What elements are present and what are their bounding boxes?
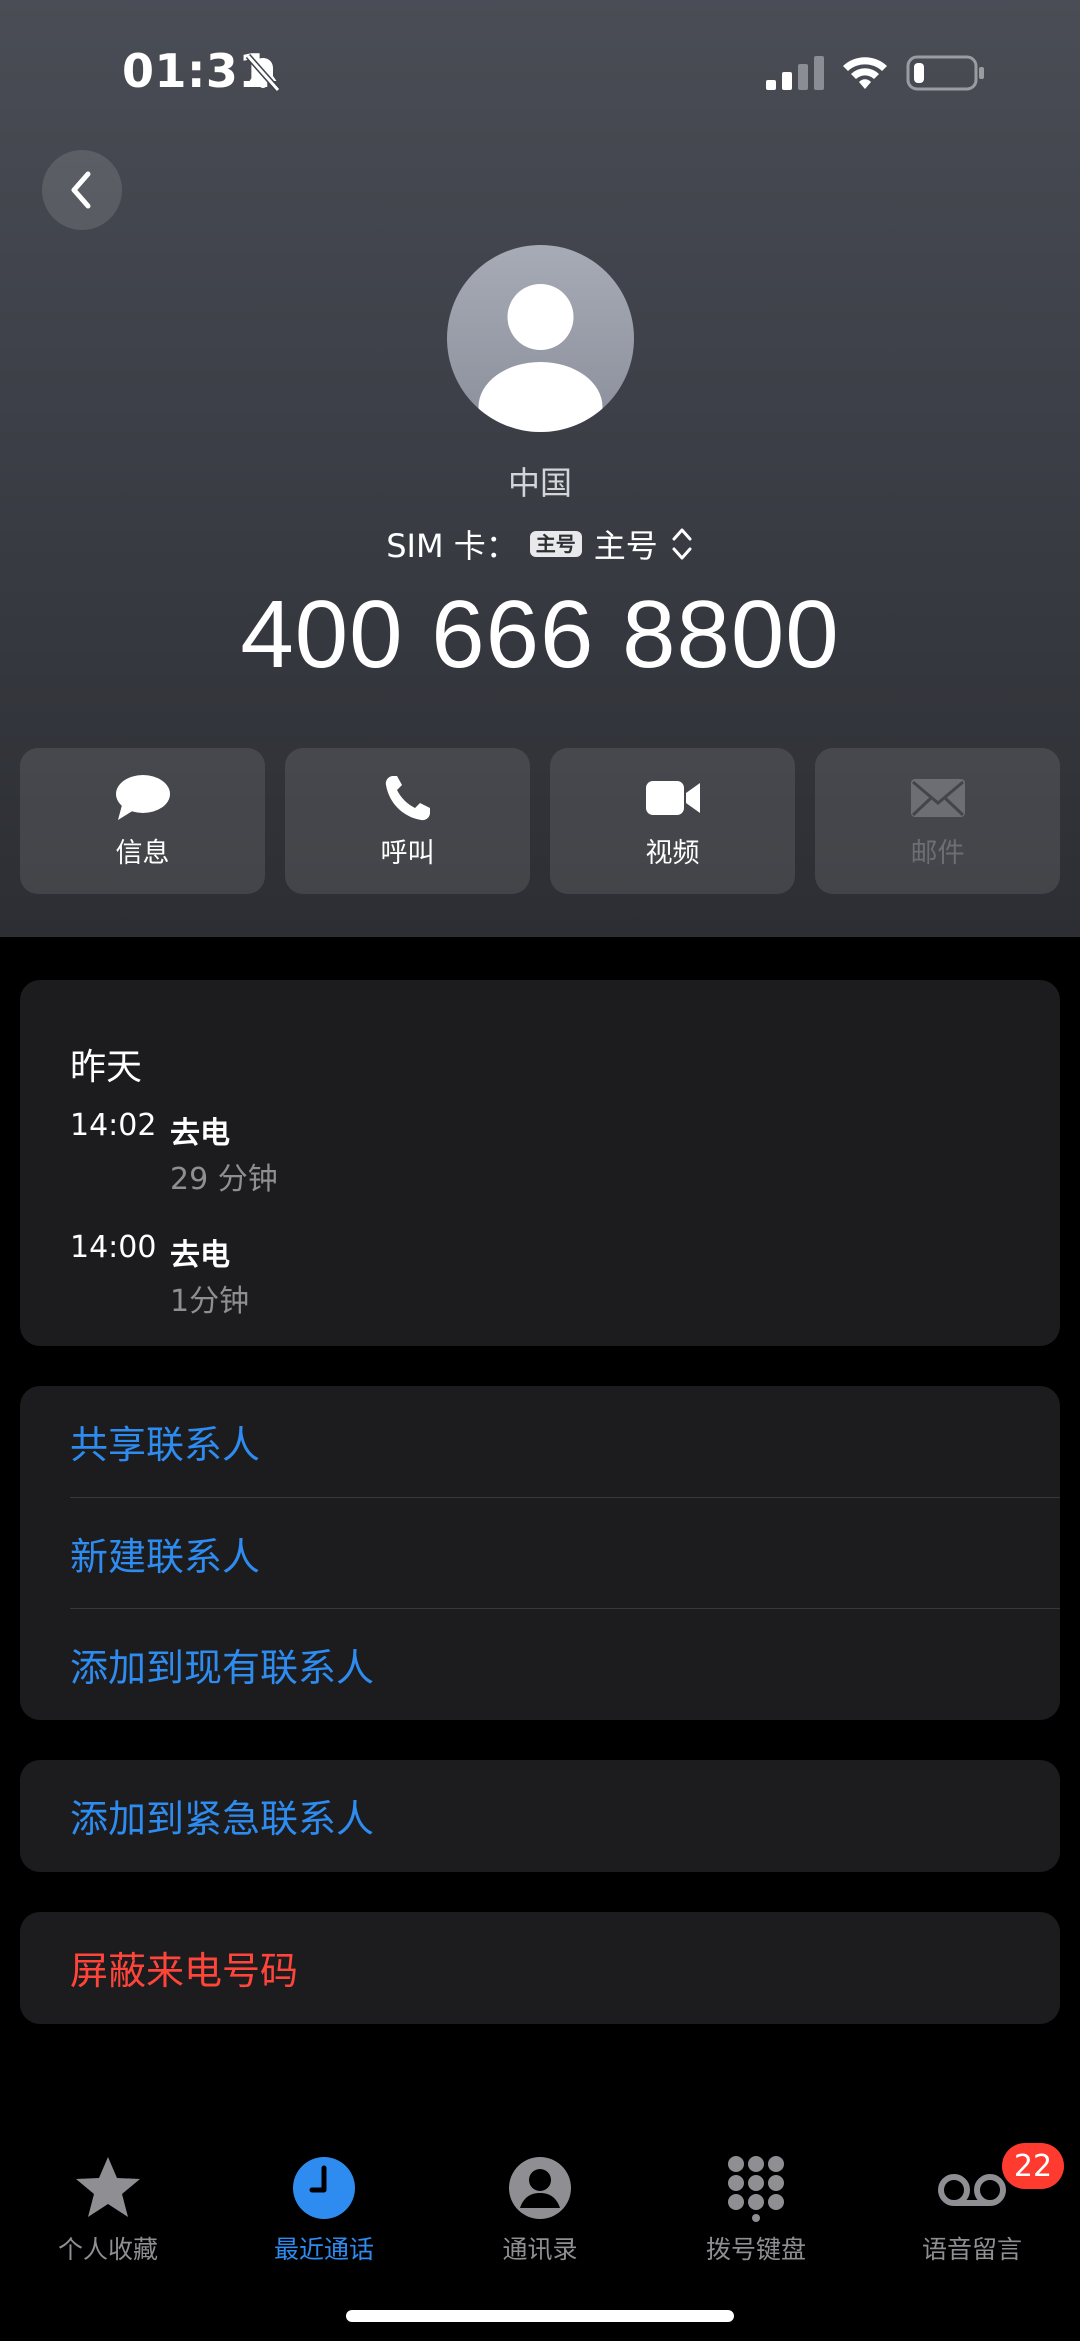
voicemail-count-badge: 22	[1002, 2143, 1064, 2189]
call-history-row: 14:00 去电 1分钟	[70, 1230, 970, 1320]
call-button[interactable]: 呼叫	[285, 748, 530, 894]
clock-icon	[293, 2157, 355, 2219]
sim-selector[interactable]: SIM 卡： 主号 主号	[0, 522, 1080, 566]
block-caller-card: 屏蔽来电号码	[20, 1912, 1060, 2024]
tab-bar: 个人收藏 最近通话 通讯录 拨号键盘 语音留言	[0, 2118, 1080, 2341]
tab-label: 拨号键盘	[705, 2235, 806, 2264]
tab-keypad[interactable]: 拨号键盘	[648, 2154, 864, 2274]
new-contact-button[interactable]: 新建联系人	[70, 1498, 1060, 1608]
message-label: 信息	[115, 837, 170, 869]
video-button[interactable]: 视频	[550, 748, 795, 894]
wifi-icon	[843, 57, 887, 89]
sim-label: SIM 卡：	[386, 527, 518, 565]
call-history-row: 14:02 去电 29 分钟	[70, 1108, 970, 1198]
call-time: 14:02	[70, 1108, 157, 1143]
call-label: 呼叫	[380, 837, 435, 869]
battery-icon	[906, 55, 984, 91]
chevron-up-down-icon	[672, 528, 692, 560]
message-icon	[115, 774, 170, 820]
mail-icon	[910, 778, 965, 817]
message-button[interactable]: 信息	[20, 748, 265, 894]
phone-number: 400 666 8800	[240, 581, 840, 688]
home-indicator[interactable]	[346, 2310, 734, 2322]
tab-label: 个人收藏	[57, 2235, 158, 2264]
tab-label: 最近通话	[273, 2235, 374, 2264]
cellular-signal-icon	[766, 56, 824, 90]
add-emergency-contact-button[interactable]: 添加到紧急联系人	[70, 1760, 1060, 1870]
mail-button[interactable]: 邮件	[815, 748, 1060, 894]
mail-label: 邮件	[910, 837, 965, 869]
status-bar: 01:31	[0, 0, 1080, 140]
call-history-card: 昨天 14:02 去电 29 分钟 14:00 去电 1分钟	[20, 980, 1060, 1346]
chevron-left-icon	[71, 171, 91, 209]
tab-label: 语音留言	[921, 2235, 1022, 2264]
voicemail-icon	[938, 2174, 1006, 2206]
contact-location-label: 中国	[507, 464, 572, 502]
video-icon	[645, 780, 700, 815]
contact-avatar	[447, 245, 634, 432]
keypad-icon	[728, 2156, 784, 2222]
tab-favorites[interactable]: 个人收藏	[0, 2154, 216, 2274]
history-day-label: 昨天	[70, 1047, 143, 1088]
call-duration: 1分钟	[170, 1284, 250, 1319]
tab-contacts[interactable]: 通讯录	[432, 2154, 648, 2274]
back-button[interactable]	[42, 150, 122, 230]
star-icon	[76, 2157, 140, 2217]
video-label: 视频	[645, 837, 700, 869]
call-type: 去电	[170, 1238, 230, 1273]
sim-value: 主号	[593, 527, 658, 565]
contact-icon	[509, 2157, 571, 2219]
tab-recents[interactable]: 最近通话	[216, 2154, 432, 2274]
phone-icon	[385, 775, 430, 820]
quick-actions: 信息 呼叫 视频 邮件	[20, 748, 1060, 894]
contact-actions-card: 共享联系人 新建联系人 添加到现有联系人	[20, 1386, 1060, 1720]
tab-label: 通讯录	[502, 2235, 578, 2264]
share-contact-button[interactable]: 共享联系人	[70, 1386, 1060, 1496]
call-type: 去电	[170, 1116, 230, 1151]
sim-badge: 主号	[529, 531, 582, 557]
person-silhouette-icon	[478, 284, 603, 432]
call-time: 14:00	[70, 1230, 157, 1265]
block-caller-button[interactable]: 屏蔽来电号码	[70, 1912, 1060, 2022]
call-duration: 29 分钟	[170, 1162, 278, 1197]
add-to-existing-contact-button[interactable]: 添加到现有联系人	[70, 1609, 1060, 1719]
bell-slash-icon	[245, 54, 281, 92]
emergency-contact-card: 添加到紧急联系人	[20, 1760, 1060, 1872]
